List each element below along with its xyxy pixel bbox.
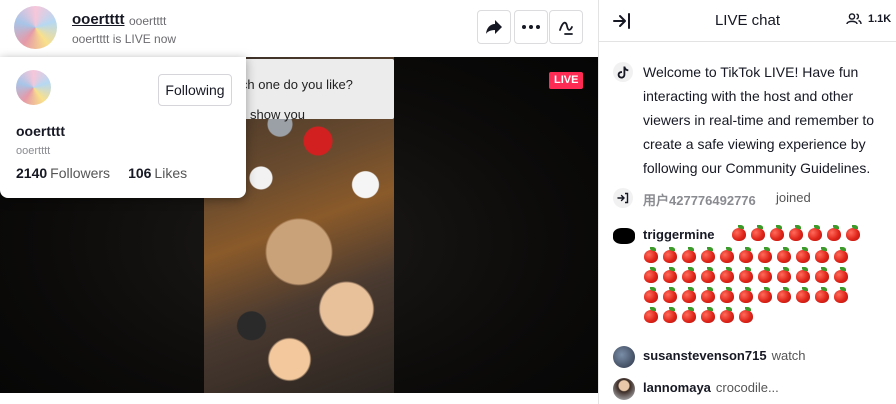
apple-emoji-line <box>731 225 896 245</box>
user-avatar[interactable] <box>613 378 635 400</box>
apple-emoji-icon <box>738 307 754 324</box>
bottom-strip <box>0 393 598 404</box>
apple-emoji-icon <box>757 267 773 284</box>
apple-emoji-icon <box>719 267 735 284</box>
apple-emoji-icon <box>662 247 678 264</box>
apple-emoji-icon <box>788 225 804 242</box>
apple-emoji-icon <box>833 267 849 284</box>
apple-emoji-icon <box>814 267 830 284</box>
apple-emoji-icon <box>700 287 716 304</box>
tiktok-logo-icon <box>613 62 633 82</box>
share-arrow-icon <box>486 20 502 34</box>
apple-emoji-icon <box>776 247 792 264</box>
more-button[interactable] <box>514 10 548 44</box>
apple-emoji-icon <box>700 247 716 264</box>
apple-emoji-icon <box>700 307 716 324</box>
apple-emoji-icon <box>738 267 754 284</box>
card-stats: 2140 Followers 106 Likes <box>16 165 187 181</box>
apple-emoji-icon <box>795 247 811 264</box>
host-live-status: ooertttt is LIVE now <box>72 32 177 46</box>
apple-emoji-icon <box>681 287 697 304</box>
chat-header: LIVE chat 1.1K <box>599 0 896 42</box>
chat-username-line: susanstevenson715 watch <box>643 348 806 363</box>
apple-emoji-icon <box>643 307 659 324</box>
apple-emoji-icon <box>643 287 659 304</box>
viewer-count-text: 1.1K <box>868 13 892 25</box>
user-avatar[interactable] <box>613 346 635 368</box>
chat-username[interactable]: triggermine <box>643 227 715 242</box>
live-chat-panel: LIVE chat 1.1K Welcome to TikTok LIVE! H… <box>598 0 896 404</box>
chat-text: watch <box>771 348 806 363</box>
joined-notice: 用户427776492776 joined <box>613 188 883 208</box>
host-handle: ooertttt <box>129 14 167 28</box>
people-icon <box>846 13 862 25</box>
apple-emoji-icon <box>833 247 849 264</box>
apple-emoji-block <box>643 247 869 327</box>
apple-emoji-icon <box>662 307 678 324</box>
apple-emoji-icon <box>769 225 785 242</box>
live-stream-area: ooertttt ooertttt ooertttt is LIVE now i… <box>0 0 598 404</box>
apple-emoji-icon <box>681 307 697 324</box>
followers-count: 2140 <box>16 165 48 181</box>
chat-toggle-icon <box>559 21 573 35</box>
user-avatar[interactable] <box>613 228 635 244</box>
share-button[interactable] <box>477 10 511 44</box>
video-sign-text-2: show you <box>250 107 305 122</box>
apple-emoji-icon <box>845 225 861 242</box>
chat-username[interactable]: susanstevenson715 <box>643 348 767 363</box>
chat-username-line: lannomaya crocodile... <box>643 380 779 395</box>
apple-emoji-icon <box>814 247 830 264</box>
welcome-text: Welcome to TikTok LIVE! Have fun interac… <box>643 64 875 176</box>
apple-emoji-icon <box>826 225 842 242</box>
followers-label: Followers <box>50 165 111 181</box>
apple-emoji-icon <box>731 225 747 242</box>
card-host-name[interactable]: ooertttt <box>16 123 65 139</box>
apple-emoji-icon <box>750 225 766 242</box>
apple-emoji-icon <box>757 247 773 264</box>
host-profile-card: Following ooertttt ooertttt 2140 Follower… <box>0 57 246 198</box>
host-header: ooertttt ooertttt ooertttt is LIVE now <box>0 0 598 57</box>
host-avatar[interactable] <box>14 6 57 49</box>
chat-message: lannomaya crocodile... <box>613 378 893 400</box>
enter-icon <box>613 188 633 208</box>
card-host-handle: ooertttt <box>16 145 51 157</box>
host-name[interactable]: ooertttt <box>72 11 125 28</box>
following-button[interactable]: Following <box>158 74 232 106</box>
likes-label: Likes <box>154 165 188 181</box>
more-dots-icon <box>522 25 540 29</box>
apple-emoji-icon <box>795 287 811 304</box>
apple-emoji-icon <box>795 267 811 284</box>
live-badge: LIVE <box>549 72 584 89</box>
card-avatar[interactable] <box>16 70 51 105</box>
apple-emoji-icon <box>757 287 773 304</box>
apple-emoji-icon <box>719 287 735 304</box>
apple-emoji-icon <box>643 247 659 264</box>
apple-emoji-icon <box>807 225 823 242</box>
chat-message: susanstevenson715 watch <box>613 346 893 368</box>
apple-emoji-icon <box>833 287 849 304</box>
video-sign-text: ich one do you like? <box>238 77 353 92</box>
apple-emoji-icon <box>738 247 754 264</box>
apple-emoji-icon <box>643 267 659 284</box>
apple-emoji-icon <box>719 247 735 264</box>
likes-count: 106 <box>128 165 152 181</box>
apple-emoji-icon <box>662 287 678 304</box>
chat-username[interactable]: lannomaya <box>643 380 711 395</box>
joined-label: joined <box>776 190 811 205</box>
apple-emoji-icon <box>776 287 792 304</box>
joined-username[interactable]: 用户427776492776 <box>643 190 756 209</box>
apple-emoji-icon <box>700 267 716 284</box>
apple-emoji-icon <box>814 287 830 304</box>
apple-emoji-icon <box>681 247 697 264</box>
apple-emoji-icon <box>776 267 792 284</box>
chat-toggle-button[interactable] <box>549 10 583 44</box>
chat-text: crocodile... <box>715 380 779 395</box>
apple-emoji-icon <box>719 307 735 324</box>
apple-emoji-icon <box>738 287 754 304</box>
apple-emoji-icon <box>681 267 697 284</box>
viewer-count[interactable]: 1.1K <box>846 13 891 25</box>
chat-message: triggermine <box>613 225 893 337</box>
apple-emoji-icon <box>662 267 678 284</box>
